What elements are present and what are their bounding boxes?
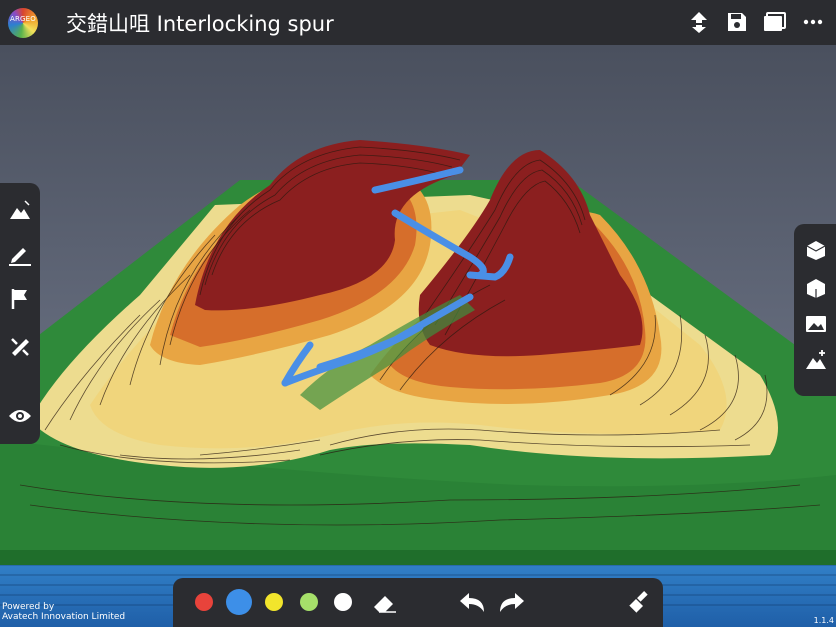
eraser-icon[interactable] (369, 588, 399, 618)
right-toolbar (794, 224, 836, 396)
color-white[interactable] (334, 593, 352, 611)
color-blue[interactable] (226, 589, 252, 615)
terrain-3d-view[interactable] (0, 45, 836, 627)
app-header: ARGEO 交錯山咀 Interlocking spur (0, 0, 836, 45)
credit-text: Powered by Avatech Innovation Limited (2, 602, 125, 622)
color-red[interactable] (195, 593, 213, 611)
terrain-icon[interactable] (5, 195, 35, 225)
eye-icon[interactable] (5, 401, 35, 431)
measure-icon[interactable] (5, 332, 35, 362)
pen-icon[interactable] (5, 239, 35, 269)
redo-icon[interactable] (497, 588, 527, 618)
app-logo: ARGEO (8, 7, 38, 38)
clear-icon[interactable] (623, 588, 653, 618)
powered-by-label: Powered by (2, 602, 55, 612)
color-green[interactable] (300, 593, 318, 611)
cube-top-icon[interactable] (802, 236, 830, 264)
save-icon[interactable] (724, 9, 750, 35)
more-icon[interactable] (800, 9, 826, 35)
cube-side-icon[interactable] (802, 274, 830, 302)
color-yellow[interactable] (265, 593, 283, 611)
company-name: Avatech Innovation Limited (2, 612, 126, 622)
navigate-icon[interactable] (686, 9, 712, 35)
image-icon[interactable] (802, 310, 830, 338)
drawing-toolbar (173, 578, 663, 627)
version-label: 1.1.4 (813, 616, 834, 625)
flag-icon[interactable] (5, 284, 35, 314)
terrain-add-icon[interactable] (802, 346, 830, 374)
top-toolbar (686, 9, 826, 35)
folder-icon[interactable] (762, 9, 788, 35)
undo-icon[interactable] (457, 588, 487, 618)
left-toolbar (0, 183, 40, 444)
page-title: 交錯山咀 Interlocking spur (66, 11, 334, 36)
app-logo-text: ARGEO (9, 14, 36, 23)
